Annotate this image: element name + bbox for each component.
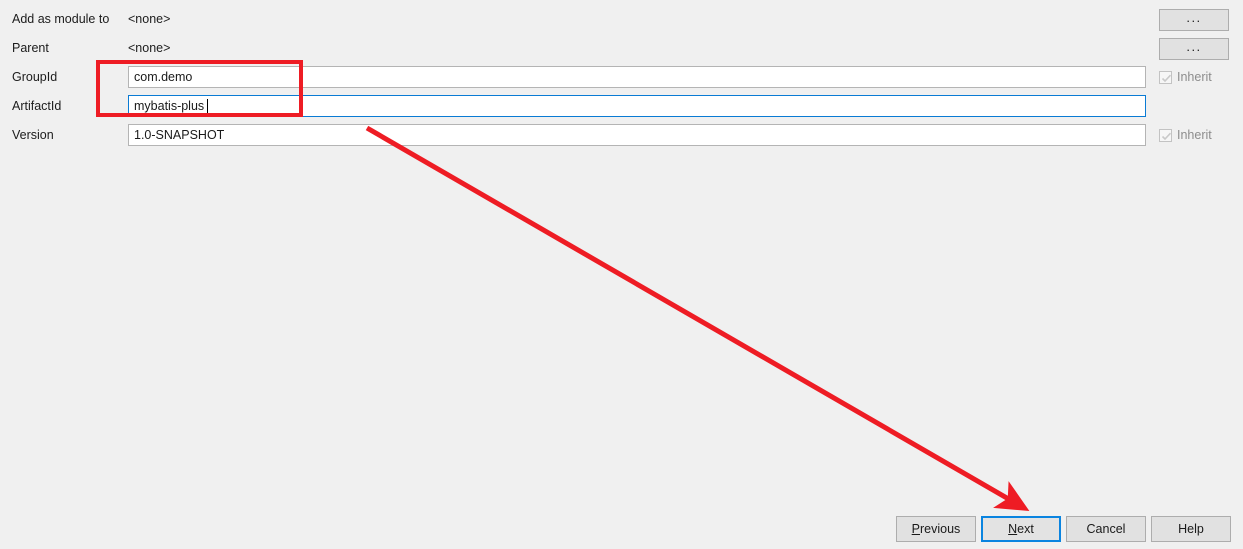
inherit-groupid[interactable]: Inherit (1159, 66, 1212, 88)
form-row-add-as-module-to: Add as module to <none> (0, 8, 1243, 30)
label-version: Version (12, 127, 54, 142)
help-button[interactable]: Help (1151, 516, 1231, 542)
version-input[interactable] (128, 124, 1146, 146)
value-add-as-module-to: <none> (128, 11, 171, 26)
previous-button[interactable]: Previous (896, 516, 976, 542)
cancel-button[interactable]: Cancel (1066, 516, 1146, 542)
maven-project-wizard-dialog: Add as module to <none> ... Parent <none… (0, 0, 1243, 549)
browse-ellipsis-icon: ... (1186, 9, 1202, 25)
inherit-label-version: Inherit (1177, 127, 1212, 142)
inherit-label-groupid: Inherit (1177, 69, 1212, 84)
label-artifactid: ArtifactId (12, 98, 62, 113)
next-button[interactable]: Next (981, 516, 1061, 542)
checkbox-checked-disabled-icon[interactable] (1159, 70, 1172, 84)
text-cursor (207, 99, 208, 114)
previous-button-label: Previous (911, 522, 961, 536)
label-parent: Parent (12, 40, 49, 55)
browse-button-parent[interactable]: ... (1159, 38, 1229, 60)
browse-button-add-as-module-to[interactable]: ... (1159, 9, 1229, 31)
label-groupid: GroupId (12, 69, 58, 84)
artifactid-input[interactable] (128, 95, 1146, 117)
label-add-as-module-to: Add as module to (12, 11, 110, 26)
form-row-parent: Parent <none> (0, 37, 1243, 59)
checkbox-checked-disabled-icon[interactable] (1159, 128, 1172, 142)
browse-ellipsis-icon: ... (1186, 38, 1202, 54)
value-parent: <none> (128, 40, 171, 55)
inherit-version[interactable]: Inherit (1159, 124, 1212, 146)
groupid-input[interactable] (128, 66, 1146, 88)
next-button-label: Next (1008, 522, 1034, 536)
